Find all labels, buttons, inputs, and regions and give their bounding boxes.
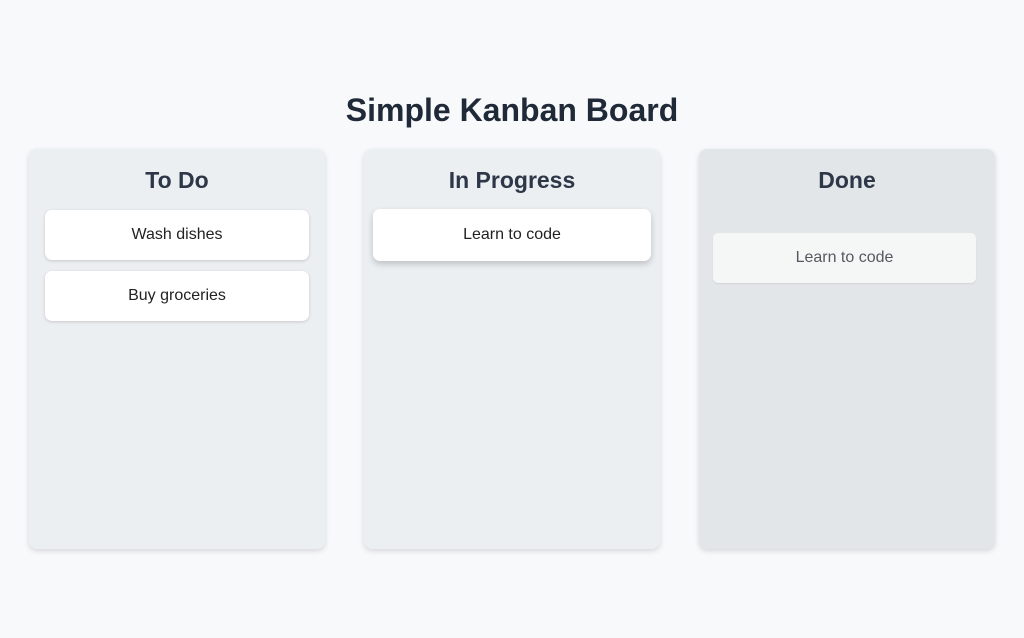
column-todo[interactable]: To Do Wash dishes Buy groceries	[29, 149, 325, 549]
card-list: Learn to code	[373, 209, 651, 272]
drag-preview-card: Learn to code	[713, 233, 976, 283]
task-card[interactable]: Wash dishes	[45, 210, 309, 260]
column-title: Done	[818, 167, 876, 193]
page-title: Simple Kanban Board	[345, 92, 679, 128]
card-list: Wash dishes Buy groceries	[45, 210, 309, 332]
column-in-progress[interactable]: In Progress Learn to code	[364, 149, 660, 549]
column-title: In Progress	[448, 167, 576, 193]
task-card[interactable]: Buy groceries	[45, 271, 309, 321]
column-title: To Do	[145, 167, 209, 193]
column-done[interactable]: Done Learn to code	[699, 149, 995, 549]
kanban-board: To Do Wash dishes Buy groceries In Progr…	[29, 149, 995, 549]
task-card-dragging[interactable]: Learn to code	[373, 209, 651, 261]
